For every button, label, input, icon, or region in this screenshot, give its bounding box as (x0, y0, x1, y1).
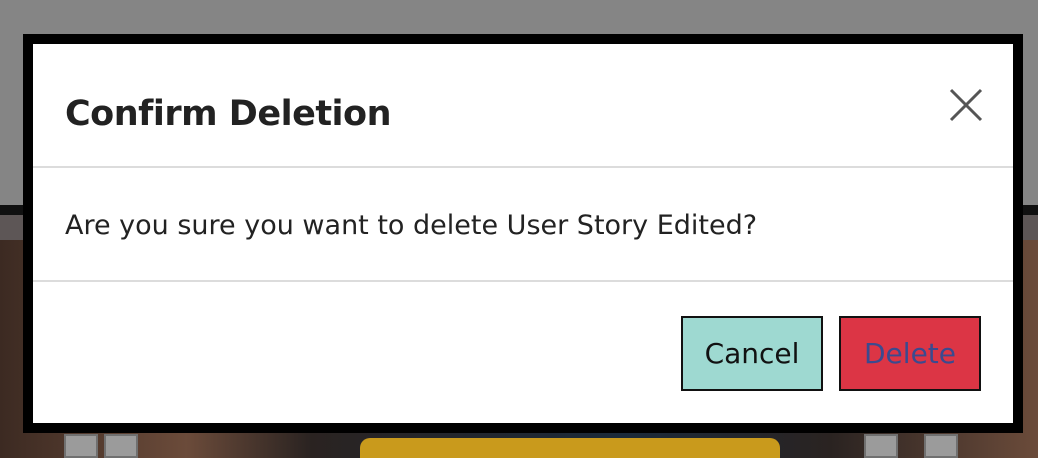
cancel-button[interactable]: Cancel (681, 316, 823, 391)
confirmation-message: Are you sure you want to delete User Sto… (65, 210, 758, 241)
modal-footer: Cancel Delete (33, 282, 1013, 423)
modal-header: Confirm Deletion (33, 44, 1013, 168)
background-image-detail (360, 438, 780, 458)
background-tile (64, 434, 98, 458)
background-tile (104, 434, 138, 458)
modal-content: Confirm Deletion Are you sure you want t… (33, 44, 1013, 423)
confirm-deletion-modal: Confirm Deletion Are you sure you want t… (23, 34, 1023, 433)
close-button[interactable] (949, 88, 983, 122)
delete-button[interactable]: Delete (839, 316, 981, 391)
close-icon (949, 88, 983, 122)
background-tile (864, 434, 898, 458)
background-tile (924, 434, 958, 458)
modal-title: Confirm Deletion (65, 94, 392, 134)
modal-body: Are you sure you want to delete User Sto… (33, 168, 1013, 282)
